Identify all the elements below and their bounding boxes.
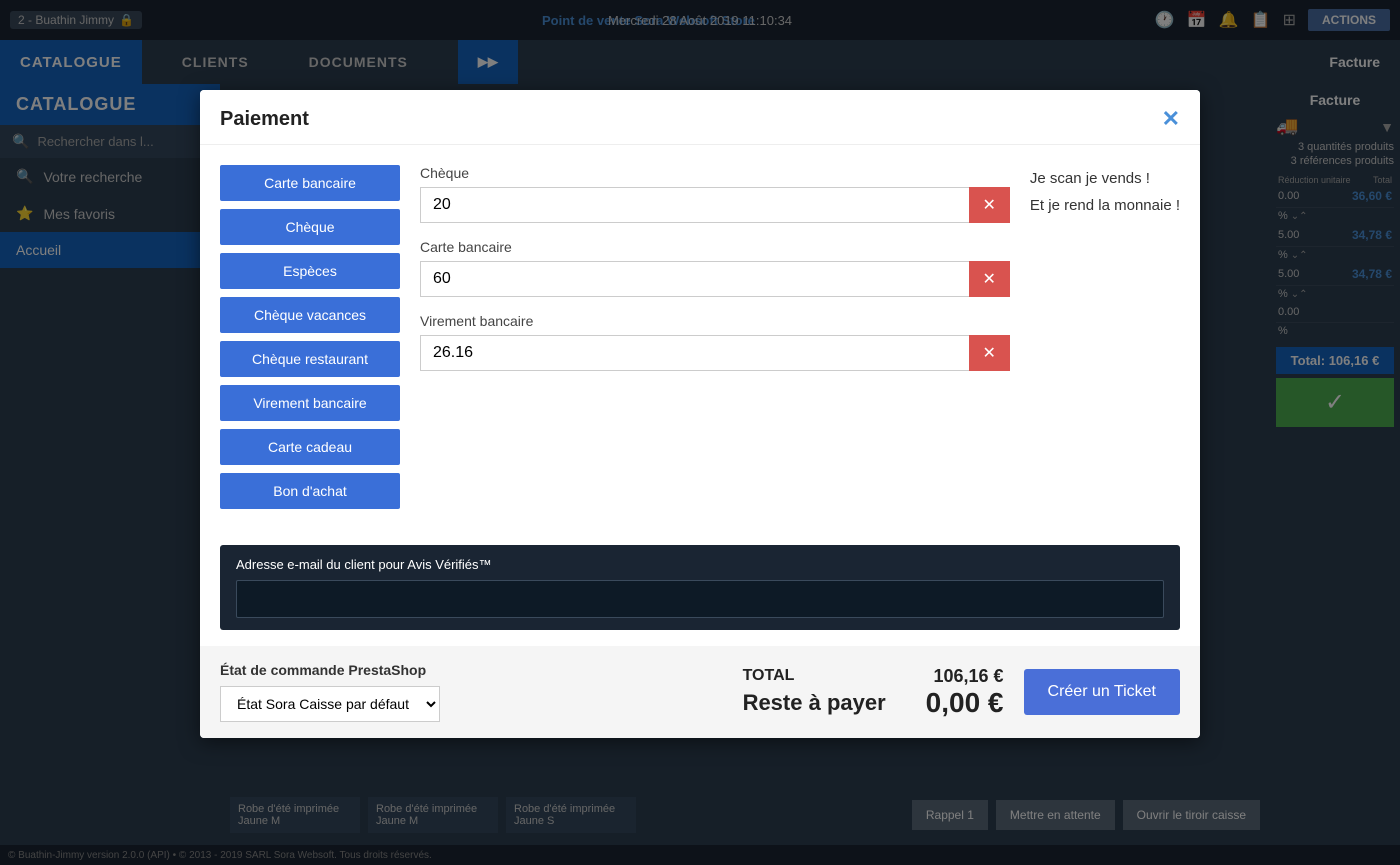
carte-bancaire-label: Carte bancaire — [420, 239, 1010, 255]
btn-cheque-vacances[interactable]: Chèque vacances — [220, 297, 400, 333]
email-input[interactable] — [236, 580, 1164, 618]
reste-value: 0,00 € — [926, 687, 1004, 719]
create-ticket-button[interactable]: Créer un Ticket — [1024, 669, 1180, 715]
btn-especes[interactable]: Espèces — [220, 253, 400, 289]
btn-virement-bancaire[interactable]: Virement bancaire — [220, 385, 400, 421]
btn-cheque-restaurant[interactable]: Chèque restaurant — [220, 341, 400, 377]
modal-close-button[interactable]: ✕ — [1162, 106, 1180, 132]
total-block: TOTAL 106,16 € Reste à payer 0,00 € — [743, 666, 1004, 719]
cheque-field-group: Chèque ✕ — [420, 165, 1010, 223]
modal-body: Carte bancaire Chèque Espèces Chèque vac… — [200, 145, 1200, 545]
virement-input[interactable] — [420, 335, 969, 371]
payment-methods: Carte bancaire Chèque Espèces Chèque vac… — [220, 165, 400, 525]
btn-carte-cadeau[interactable]: Carte cadeau — [220, 429, 400, 465]
payment-modal: Paiement ✕ Carte bancaire Chèque Espèces… — [200, 90, 1200, 738]
order-state-label: État de commande PrestaShop — [220, 662, 440, 678]
modal-header: Paiement ✕ — [200, 90, 1200, 145]
virement-row: ✕ — [420, 335, 1010, 371]
message-line2: Et je rend la monnaie ! — [1030, 192, 1180, 219]
cheque-label: Chèque — [420, 165, 1010, 181]
carte-bancaire-field-group: Carte bancaire ✕ — [420, 239, 1010, 297]
carte-bancaire-clear-button[interactable]: ✕ — [969, 261, 1010, 297]
cheque-clear-button[interactable]: ✕ — [969, 187, 1010, 223]
total-value: 106,16 € — [933, 666, 1003, 687]
modal-footer: État de commande PrestaShop État Sora Ca… — [200, 646, 1200, 738]
modal-email-section: Adresse e-mail du client pour Avis Vérif… — [220, 545, 1180, 630]
reste-label: Reste à payer — [743, 690, 886, 716]
btn-bon-achat[interactable]: Bon d'achat — [220, 473, 400, 509]
btn-carte-bancaire[interactable]: Carte bancaire — [220, 165, 400, 201]
order-state: État de commande PrestaShop État Sora Ca… — [220, 662, 440, 722]
cheque-input[interactable] — [420, 187, 969, 223]
carte-bancaire-input[interactable] — [420, 261, 969, 297]
order-state-select[interactable]: État Sora Caisse par défaut — [220, 686, 440, 722]
carte-bancaire-row: ✕ — [420, 261, 1010, 297]
total-label: TOTAL — [743, 667, 795, 685]
virement-label: Virement bancaire — [420, 313, 1010, 329]
total-area: TOTAL 106,16 € Reste à payer 0,00 € Crée… — [743, 666, 1180, 719]
cheque-row: ✕ — [420, 187, 1010, 223]
virement-clear-button[interactable]: ✕ — [969, 335, 1010, 371]
total-line: TOTAL 106,16 € — [743, 666, 1004, 687]
payment-fields: Chèque ✕ Carte bancaire ✕ Virement banca… — [420, 165, 1010, 525]
virement-field-group: Virement bancaire ✕ — [420, 313, 1010, 371]
email-label: Adresse e-mail du client pour Avis Vérif… — [236, 557, 1164, 572]
reste-line: Reste à payer 0,00 € — [743, 687, 1004, 719]
message-box: Je scan je vends ! Et je rend la monnaie… — [1030, 165, 1180, 525]
btn-cheque[interactable]: Chèque — [220, 209, 400, 245]
message-line1: Je scan je vends ! — [1030, 165, 1180, 192]
modal-title: Paiement — [220, 108, 309, 131]
